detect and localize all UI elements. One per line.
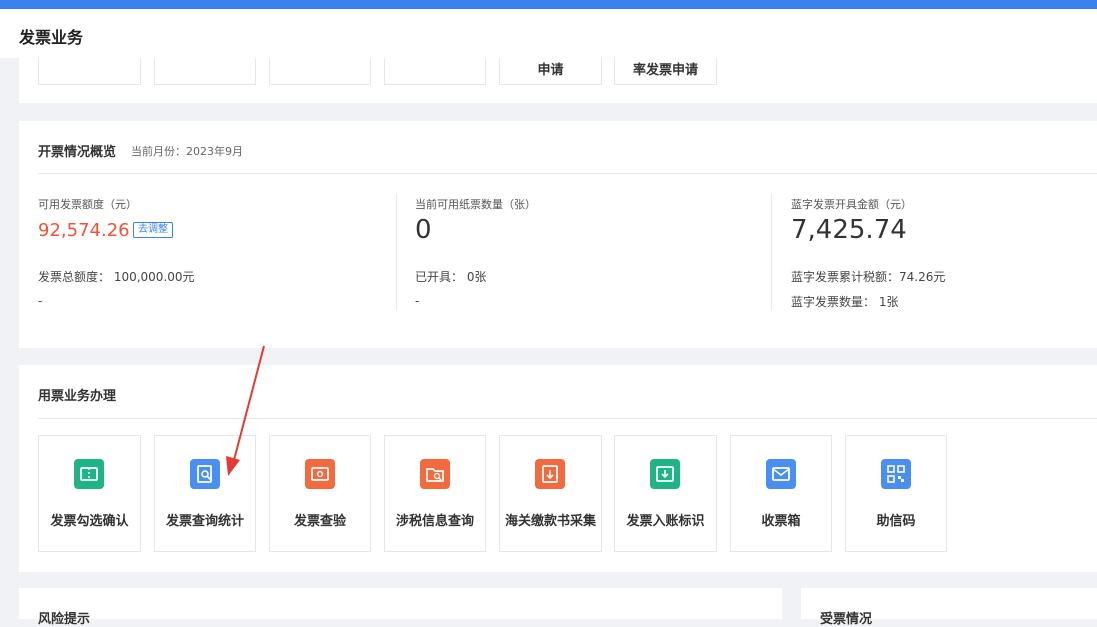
top-card-4[interactable] [384,58,486,85]
overview-title: 开票情况概览 [38,145,117,160]
business-item-invoice-verify[interactable]: 发票查验 [269,435,371,552]
paper-extra: - [415,294,420,308]
business-item-credit-code[interactable]: 助信码 [845,435,947,552]
business-item-tax-info-query[interactable]: 涉税信息查询 [384,435,486,552]
business-item-invoice-selection[interactable]: 发票勾选确认 [38,435,141,552]
total-quota-line: 发票总额度： 100,000.00元 [38,270,195,284]
top-card-label: 申请 [537,63,564,78]
page-header: 发票业务 [0,9,1097,58]
folder-search-icon [420,459,450,489]
mail-icon [766,459,796,489]
top-accent-bar [0,0,1097,9]
risk-title: 风险提示 [38,612,91,627]
stat-divider-1 [396,193,397,311]
business-item-label: 海关缴款书采集 [504,514,596,529]
top-card-5[interactable]: 申请 [499,58,602,85]
business-item-label: 收票箱 [761,514,801,529]
business-item-label: 发票查询统计 [165,514,244,529]
page-title: 发票业务 [19,28,84,47]
top-card-2[interactable] [154,58,256,85]
ticket-check-icon [305,459,335,489]
quota-extra: - [38,294,43,308]
ticket-icon [74,459,104,489]
top-card-1[interactable] [38,58,141,85]
business-item-label: 发票入账标识 [626,514,705,529]
business-item-accounting-mark[interactable]: 发票入账标识 [614,435,717,552]
blue-invoice-value: 7,425.74 [791,215,907,245]
doc-download-icon [535,459,565,489]
stat-divider-2 [771,193,772,311]
paper-invoice-value: 0 [415,215,432,245]
inbox-icon [650,459,680,489]
business-title: 用票业务办理 [38,389,117,404]
business-item-label: 涉税信息查询 [395,514,474,529]
blue-invoice-label: 蓝字发票开具金额（元） [791,198,912,211]
business-item-label: 助信码 [876,514,916,529]
business-divider [38,418,1097,419]
paper-invoice-label: 当前可用纸票数量（张） [415,198,536,211]
qr-code-icon [881,459,911,489]
issued-line: 已开具： 0张 [415,270,487,284]
doc-search-icon [190,459,220,489]
top-card-label: 率发票申请 [632,63,698,78]
business-item-label: 发票查验 [293,514,346,529]
business-item-customs-collection[interactable]: 海关缴款书采集 [499,435,602,552]
receive-title: 受票情况 [820,612,873,627]
available-quota-value: 92,574.26 [38,220,130,241]
overview-divider [38,173,1097,174]
business-item-receive-box[interactable]: 收票箱 [730,435,832,552]
current-month-note: 当前月份：2023年9月 [131,145,243,158]
top-card-6[interactable]: 率发票申请 [614,58,717,85]
business-item-invoice-query[interactable]: 发票查询统计 [154,435,256,552]
available-quota-label: 可用发票额度（元） [38,198,137,211]
adjust-quota-button[interactable]: 去调整 [133,222,173,238]
risk-panel [19,588,782,619]
blue-count-line: 蓝字发票数量： 1张 [791,295,899,309]
business-item-label: 发票勾选确认 [50,514,129,529]
blue-tax-line: 蓝字发票累计税额：74.26元 [791,270,946,284]
top-card-3[interactable] [269,58,371,85]
